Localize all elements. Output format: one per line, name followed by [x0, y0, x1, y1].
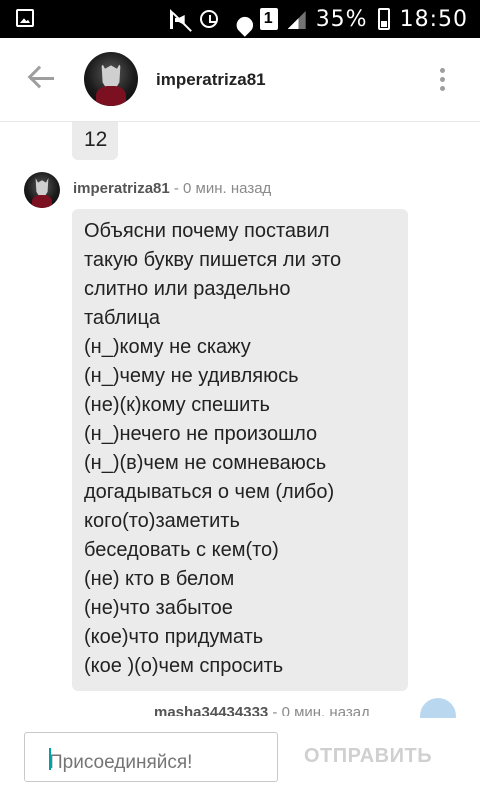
message-line: слитно или раздельно	[84, 278, 291, 300]
message-line: такую букву пишется ли это	[84, 249, 342, 271]
battery-percentage: 35%	[315, 6, 368, 32]
next-message-author[interactable]: masha34434333	[154, 704, 268, 716]
status-bar-right: 1 35% 18:50	[169, 5, 468, 33]
mute-icon	[169, 9, 190, 29]
message-line: (кое)что придумать	[84, 626, 264, 648]
message-line: (кое )(о)чем спросить	[84, 655, 284, 677]
message-time: - 0 мин. назад	[169, 180, 272, 197]
next-message-time: - 0 мин. назад	[268, 704, 370, 716]
next-message-meta: masha34434333 - 0 мин. назад	[154, 704, 370, 716]
message-line: (н_)чему не удивляюсь	[84, 365, 299, 387]
more-options-icon[interactable]	[440, 68, 446, 92]
wifi-icon	[228, 9, 250, 29]
status-bar: 1 35% 18:50	[0, 0, 480, 38]
message-line: (не) кто в белом	[84, 568, 235, 590]
sim-icon: 1	[259, 8, 278, 30]
clock: 18:50	[399, 6, 468, 32]
message-line: догадываться о чем (либо)	[84, 481, 335, 503]
signal-icon	[288, 9, 306, 29]
alarm-icon	[199, 10, 218, 28]
message-input[interactable]	[24, 732, 278, 782]
message-line: кого(то)заметить	[84, 510, 240, 532]
message-line: (н_)(в)чем не сомневаюсь	[84, 452, 327, 474]
text-cursor	[49, 748, 51, 770]
message-meta: imperatriza81 - 0 мин. назад	[73, 180, 271, 197]
battery-icon	[377, 8, 390, 30]
header-username[interactable]: imperatriza81	[156, 70, 266, 90]
message-composer: ОТПРАВИТЬ	[0, 718, 480, 800]
chat-header: imperatriza81	[0, 38, 480, 122]
previous-message-bubble: 12	[72, 122, 118, 160]
message-line: (не)что забытое	[84, 597, 233, 619]
avatar[interactable]	[84, 52, 138, 106]
back-arrow-icon[interactable]	[28, 64, 56, 92]
message-line: беседовать с кем(то)	[84, 539, 279, 561]
message-line: (не)(к)кому спешить	[84, 394, 270, 416]
message-line: Объясни почему поставил	[84, 220, 330, 242]
message-avatar[interactable]	[24, 172, 60, 208]
message-line: таблица	[84, 307, 161, 329]
gallery-icon	[16, 9, 34, 27]
message-bubble: Объясни почему поставил такую букву пише…	[72, 209, 408, 691]
message-line: (н_)нечего не произошло	[84, 423, 318, 445]
send-button[interactable]: ОТПРАВИТЬ	[304, 745, 432, 768]
message-line: (н_)кому не скажу	[84, 336, 251, 358]
message-author[interactable]: imperatriza81	[73, 180, 170, 197]
